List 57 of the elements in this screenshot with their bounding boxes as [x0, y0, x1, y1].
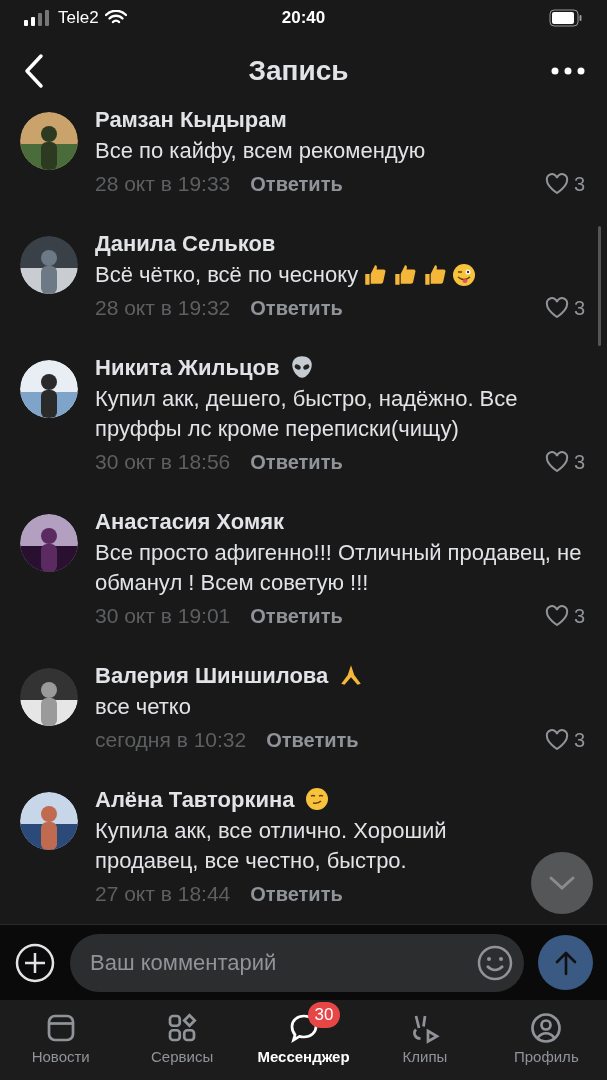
comment-text: Купил акк, дешего, быстро, надёжно. Все пруффы лс кроме переписки(чищу): [95, 385, 519, 443]
reply-link[interactable]: Ответить: [266, 725, 359, 755]
signal-icon: [24, 10, 52, 26]
like-button[interactable]: 3: [544, 725, 585, 755]
more-icon: [551, 67, 585, 75]
send-button[interactable]: [538, 935, 593, 990]
reply-link[interactable]: Ответить: [250, 601, 343, 631]
clock-time: 20:40: [280, 7, 327, 30]
plus-icon: [15, 942, 55, 983]
comment-date: 28 окт в 19:32: [95, 295, 231, 322]
author-name[interactable]: Никита Жильцов: [95, 350, 280, 384]
comment-field[interactable]: Ваш комментарий: [70, 933, 524, 992]
author-name[interactable]: Анастасия Хомяк: [95, 504, 285, 538]
winking-face-icon: [452, 263, 477, 287]
heart-icon: [544, 173, 569, 195]
heart-icon: [544, 729, 569, 751]
author-name[interactable]: Рамзан Кыдырам: [95, 106, 287, 136]
author-name[interactable]: Алёна Тавторкина: [95, 782, 295, 816]
reply-link[interactable]: Ответить: [250, 293, 343, 323]
tab-bar-item[interactable]: Профиль: [485, 1000, 607, 1080]
comment-text: все четко: [95, 693, 191, 721]
carrier-name: Tele2: [58, 7, 99, 30]
page-title: Запись: [247, 54, 350, 88]
tab-bar-item[interactable]: Клипы: [364, 1000, 486, 1080]
tab-bar-item[interactable]: Сервисы: [121, 1000, 243, 1080]
wifi-icon: [104, 10, 127, 26]
like-button[interactable]: 3: [544, 601, 585, 631]
reply-link[interactable]: Ответить: [250, 879, 343, 909]
comment-text: Всё чётко, всё по чесноку: [95, 261, 359, 289]
emoji-icon[interactable]: [476, 943, 514, 982]
heart-icon: [544, 297, 569, 319]
like-button[interactable]: 3: [544, 447, 585, 477]
comment-text: Все по кайфу, всем рекомендую: [95, 137, 426, 165]
comment-text: Купила акк, все отлично. Хороший продавец, все честно, быстро.: [95, 817, 448, 875]
author-name[interactable]: Валерия Шиншилова: [95, 658, 329, 692]
back-icon: [23, 53, 45, 89]
arrow-up-icon: [553, 949, 578, 976]
smirking-face-icon: [304, 787, 329, 811]
add-button[interactable]: [14, 941, 56, 984]
comment-date: 30 окт в 18:56: [95, 449, 231, 476]
reply-link[interactable]: Ответить: [250, 169, 343, 199]
tab-bar-item[interactable]: 30 Мессенджер: [242, 1000, 365, 1080]
heart-icon: [544, 451, 569, 473]
like-button[interactable]: 3: [544, 293, 585, 323]
unread-count: 30: [307, 1002, 341, 1028]
heart-icon: [544, 605, 569, 627]
reply-link[interactable]: Ответить: [250, 447, 343, 477]
comment-date: 30 окт в 19:01: [95, 603, 231, 630]
chevron-down-icon: [548, 875, 576, 891]
comment-date: 27 окт в 18:44: [95, 881, 231, 908]
comment-text: Все просто афигенно!!! Отличный продавец, не обманул ! Всем советую !!!: [95, 539, 583, 597]
author-name[interactable]: Данила Сельков: [95, 226, 276, 260]
like-button[interactable]: 3: [544, 169, 585, 199]
battery-icon: [549, 9, 583, 27]
tab-bar-item[interactable]: Новости: [0, 1000, 122, 1080]
comment-date: 28 окт в 19:33: [95, 171, 231, 198]
comment-date: сегодня в 10:32: [95, 727, 247, 754]
